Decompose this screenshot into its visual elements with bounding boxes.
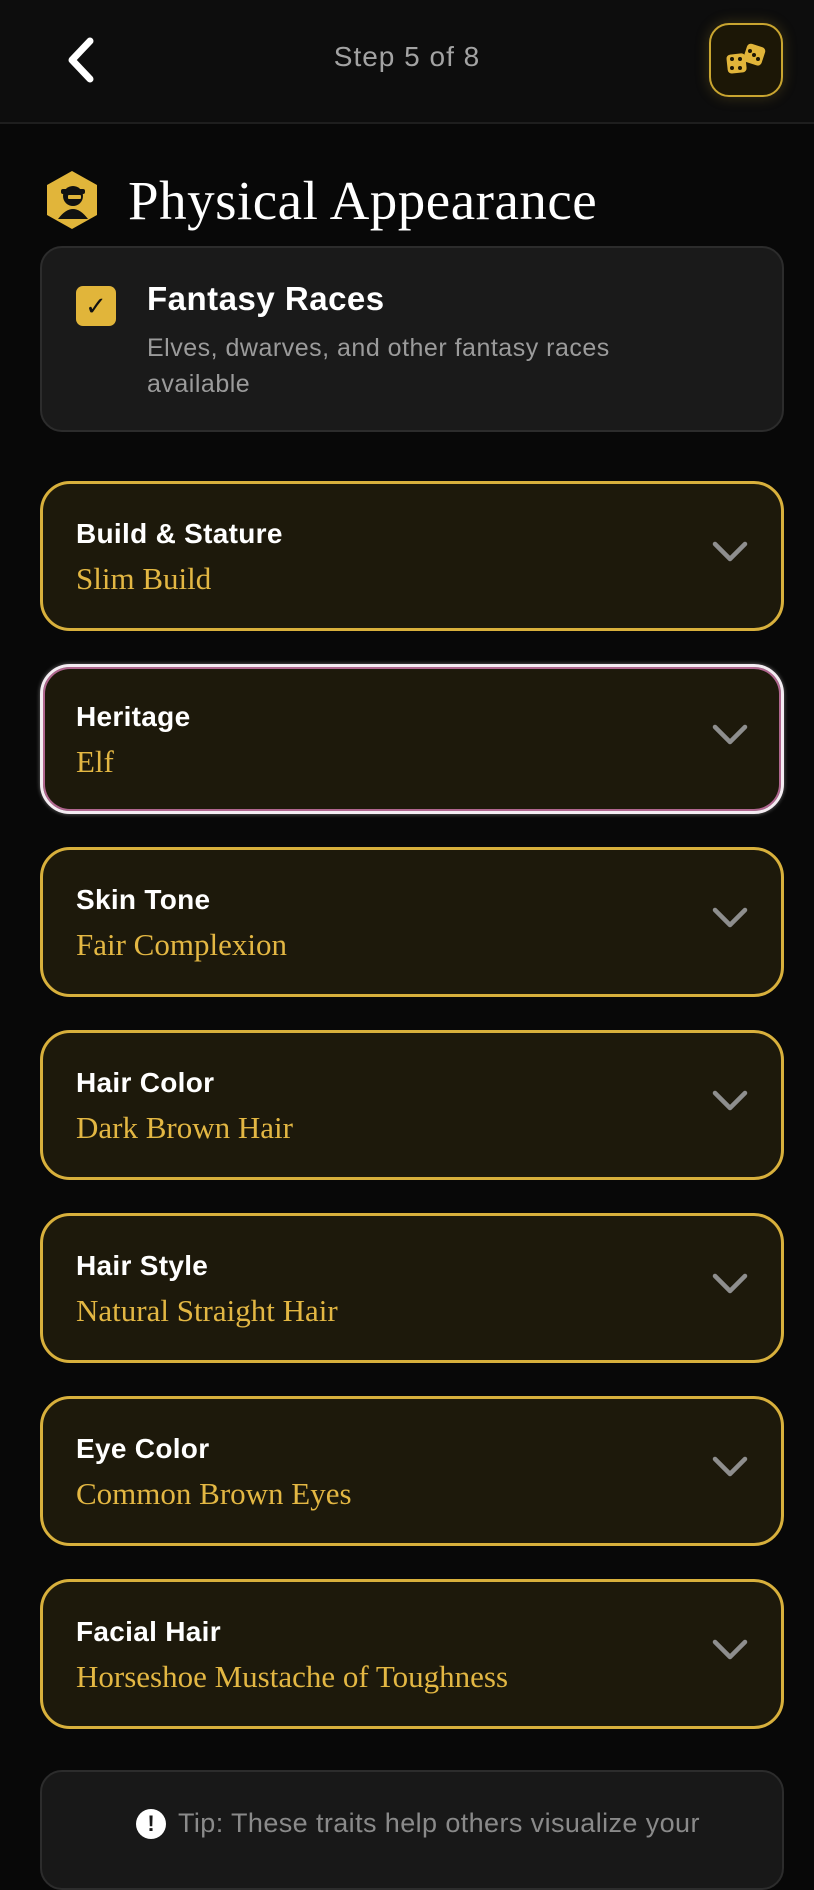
trait-value: Slim Build <box>76 561 212 596</box>
hair-style-select[interactable]: Hair Style Natural Straight Hair <box>40 1213 784 1363</box>
trait-value: Common Brown Eyes <box>76 1476 352 1511</box>
chevron-down-icon <box>712 1639 748 1660</box>
tip-card: ! Tip: These traits help others visualiz… <box>40 1770 784 1890</box>
skin-tone-select[interactable]: Skin Tone Fair Complexion <box>40 847 784 997</box>
tip-text: Tip: These traits help others visualize … <box>178 1808 700 1838</box>
page-title: Physical Appearance <box>128 169 598 231</box>
top-bar: Step 5 of 8 <box>0 0 814 124</box>
chevron-down-icon <box>712 1273 748 1294</box>
section-header: Physical Appearance <box>44 164 597 236</box>
chevron-down-icon <box>712 907 748 928</box>
trait-label: Hair Style <box>76 1250 209 1281</box>
randomize-button[interactable] <box>709 23 783 97</box>
fantasy-races-toggle[interactable]: ✓ Fantasy Races Elves, dwarves, and othe… <box>40 246 784 432</box>
trait-value: Natural Straight Hair <box>76 1293 338 1328</box>
hair-color-select[interactable]: Hair Color Dark Brown Hair <box>40 1030 784 1180</box>
trait-value: Dark Brown Hair <box>76 1110 293 1145</box>
build-stature-select[interactable]: Build & Stature Slim Build <box>40 481 784 631</box>
character-hexagon-icon <box>47 171 97 229</box>
heritage-select[interactable]: Heritage Elf <box>40 664 784 814</box>
toggle-description: Elves, dwarves, and other fantasy races … <box>147 334 610 398</box>
eye-color-select[interactable]: Eye Color Common Brown Eyes <box>40 1396 784 1546</box>
fantasy-races-checkbox[interactable]: ✓ <box>76 286 116 326</box>
info-icon: ! <box>136 1808 166 1839</box>
toggle-title: Fantasy Races <box>147 280 385 317</box>
dice-icon <box>726 43 766 74</box>
trait-label: Eye Color <box>76 1433 210 1464</box>
facial-hair-select[interactable]: Facial Hair Horseshoe Mustache of Toughn… <box>40 1579 784 1729</box>
chevron-down-icon <box>712 541 748 562</box>
trait-label: Hair Color <box>76 1067 215 1098</box>
trait-label: Skin Tone <box>76 884 211 915</box>
trait-value: Horseshoe Mustache of Toughness <box>76 1659 509 1694</box>
tip-row: ! Tip: These traits help others visualiz… <box>136 1808 700 1839</box>
trait-label: Facial Hair <box>76 1616 221 1647</box>
chevron-down-icon <box>712 724 748 745</box>
trait-label: Build & Stature <box>76 518 283 549</box>
trait-value: Fair Complexion <box>76 927 287 962</box>
trait-label: Heritage <box>76 701 191 732</box>
chevron-down-icon <box>712 1456 748 1477</box>
trait-value: Elf <box>76 744 114 779</box>
step-indicator: Step 5 of 8 <box>333 41 481 72</box>
chevron-down-icon <box>712 1090 748 1111</box>
